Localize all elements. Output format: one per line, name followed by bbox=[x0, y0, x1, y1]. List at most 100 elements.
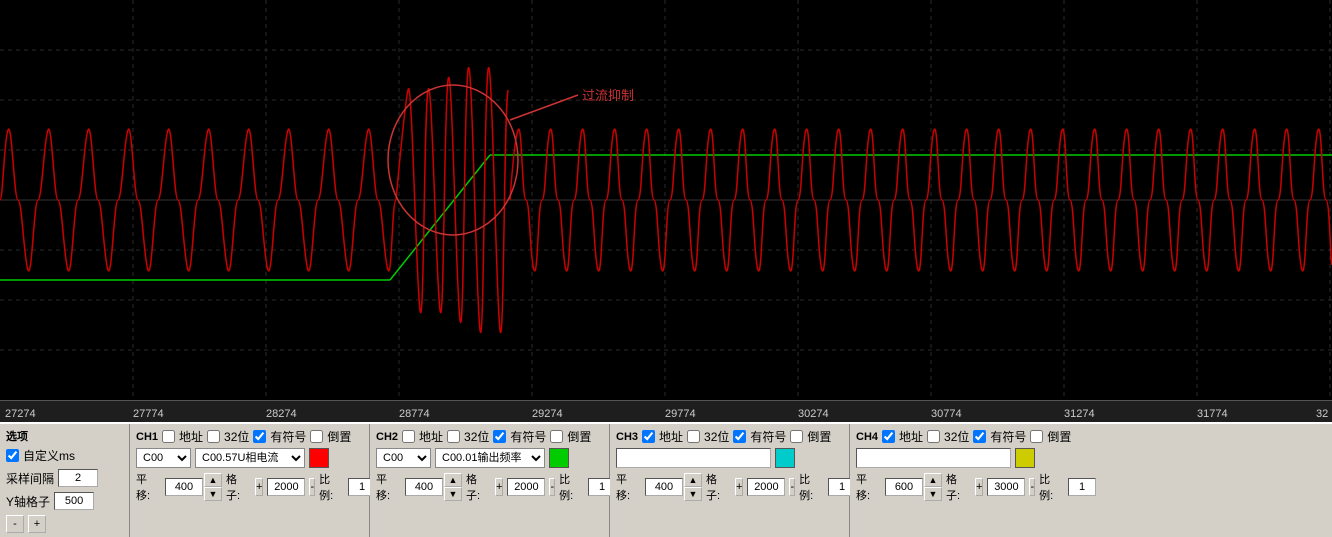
ch2-offset-input[interactable] bbox=[405, 478, 443, 496]
y-axis-input[interactable] bbox=[54, 492, 94, 510]
x-tick-5: 29774 bbox=[665, 408, 696, 420]
ch1-grid-minus-btn[interactable]: + bbox=[255, 478, 263, 496]
ch3-offset-up-btn[interactable]: ▲ bbox=[684, 473, 702, 487]
x-tick-1: 27774 bbox=[133, 408, 164, 420]
custom-ms-checkbox[interactable] bbox=[6, 449, 19, 462]
x-tick-10: 32 bbox=[1316, 408, 1328, 420]
ch2-signed-checkbox[interactable] bbox=[493, 430, 506, 443]
x-tick-9: 31774 bbox=[1197, 408, 1228, 420]
ch4-addr-checkbox[interactable] bbox=[882, 430, 895, 443]
ch1-grid-plus-btn[interactable]: - bbox=[309, 478, 315, 496]
x-tick-2: 28274 bbox=[266, 408, 297, 420]
ch3-params-row: 平移: ▲ ▼ 格子: + - 比例: bbox=[616, 471, 843, 503]
ch1-offset-down-btn[interactable]: ▼ bbox=[204, 487, 222, 501]
grid-h bbox=[0, 50, 1332, 350]
ch2-dropdown2[interactable]: C00.01输出频率 bbox=[435, 448, 545, 468]
custom-ms-row: 自定义ms bbox=[6, 447, 123, 464]
bottom-panel: 选项 自定义ms 采样间隔 Y轴格子 - + CH1 地址 32位 有符号 bbox=[0, 422, 1332, 537]
y-axis-minus-btn[interactable]: - bbox=[6, 515, 24, 533]
ch4-color-box bbox=[1015, 448, 1035, 468]
x-tick-7: 30774 bbox=[931, 408, 962, 420]
ch1-title-row: CH1 地址 32位 有符号 倒置 bbox=[136, 428, 363, 445]
options-title: 选项 bbox=[6, 428, 123, 444]
x-tick-3: 28774 bbox=[399, 408, 430, 420]
ch1-grid-input[interactable] bbox=[267, 478, 305, 496]
ch3-color-box bbox=[775, 448, 795, 468]
annotation-text: 过流抑制 bbox=[582, 88, 634, 103]
ch3-channel-input[interactable] bbox=[616, 448, 771, 468]
ch1-dropdown1[interactable]: C00 bbox=[136, 448, 191, 468]
ch2-grid-input[interactable] bbox=[507, 478, 545, 496]
ch3-grid-input[interactable] bbox=[747, 478, 785, 496]
ch1-dropdown2[interactable]: C00.57U相电流 bbox=[195, 448, 305, 468]
x-tick-0: 27274 bbox=[5, 408, 36, 420]
ch1-offset-up-btn[interactable]: ▲ bbox=[204, 473, 222, 487]
ch1-invert-checkbox[interactable] bbox=[310, 430, 323, 443]
ch2-section: CH2 地址 32位 有符号 倒置 C00 C00.01输出频率 平移: bbox=[370, 424, 610, 537]
ch4-scale-input[interactable] bbox=[1068, 478, 1096, 496]
ch4-offset-up-btn[interactable]: ▲ bbox=[924, 473, 942, 487]
ch1-color-box bbox=[309, 448, 329, 468]
ch4-params-row: 平移: ▲ ▼ 格子: + - 比例: bbox=[856, 471, 1084, 503]
ch2-32bit-checkbox[interactable] bbox=[447, 430, 460, 443]
ch1-signed-checkbox[interactable] bbox=[253, 430, 266, 443]
ch2-channel-row: C00 C00.01输出频率 bbox=[376, 448, 603, 468]
ch1-32bit-checkbox[interactable] bbox=[207, 430, 220, 443]
ch3-invert-checkbox[interactable] bbox=[790, 430, 803, 443]
ch4-signed-checkbox[interactable] bbox=[973, 430, 986, 443]
ch4-grid-input[interactable] bbox=[987, 478, 1025, 496]
ch4-channel-row bbox=[856, 448, 1084, 468]
ch2-params-row: 平移: ▲ ▼ 格子: + - 比例: bbox=[376, 471, 603, 503]
ch4-grid-minus-btn[interactable]: + bbox=[975, 478, 983, 496]
x-tick-6: 30274 bbox=[798, 408, 829, 420]
y-axis-plus-btn[interactable]: + bbox=[28, 515, 46, 533]
ch4-32bit-checkbox[interactable] bbox=[927, 430, 940, 443]
x-tick-4: 29274 bbox=[532, 408, 563, 420]
ch3-offset-control: ▲ ▼ bbox=[645, 473, 702, 501]
x-tick-8: 31274 bbox=[1064, 408, 1095, 420]
ch1-params-row: 平移: ▲ ▼ 格子: + - 比例: bbox=[136, 471, 363, 503]
ch2-color-box bbox=[549, 448, 569, 468]
ch1-offset-control: ▲ ▼ bbox=[165, 473, 222, 501]
ch2-invert-checkbox[interactable] bbox=[550, 430, 563, 443]
y-axis-btn-row: - + bbox=[6, 515, 123, 533]
x-axis-svg: 27274 27774 28274 28774 29274 29774 3027… bbox=[0, 401, 1332, 423]
ch4-grid-plus-btn[interactable]: - bbox=[1029, 478, 1035, 496]
ch1-channel-row: C00 C00.57U相电流 bbox=[136, 448, 363, 468]
ch4-offset-input[interactable] bbox=[885, 478, 923, 496]
ch2-dropdown1[interactable]: C00 bbox=[376, 448, 431, 468]
x-axis: 27274 27774 28274 28774 29274 29774 3027… bbox=[0, 400, 1332, 422]
ch2-title-row: CH2 地址 32位 有符号 倒置 bbox=[376, 428, 603, 445]
ch3-channel-row bbox=[616, 448, 843, 468]
ch3-addr-checkbox[interactable] bbox=[642, 430, 655, 443]
ch3-signed-checkbox[interactable] bbox=[733, 430, 746, 443]
chart-area: 过流抑制 bbox=[0, 0, 1332, 400]
sample-interval-input[interactable] bbox=[58, 469, 98, 487]
ch3-offset-input[interactable] bbox=[645, 478, 683, 496]
ch3-offset-down-btn[interactable]: ▼ bbox=[684, 487, 702, 501]
ch3-section: CH3 地址 32位 有符号 倒置 平移: ▲ ▼ 格子: + bbox=[610, 424, 850, 537]
ch4-title-row: CH4 地址 32位 有符号 倒置 bbox=[856, 428, 1084, 445]
ch3-title-row: CH3 地址 32位 有符号 倒置 bbox=[616, 428, 843, 445]
chart-svg: 过流抑制 bbox=[0, 0, 1332, 400]
ch2-grid-plus-btn[interactable]: - bbox=[549, 478, 555, 496]
ch4-channel-input[interactable] bbox=[856, 448, 1011, 468]
sample-interval-row: 采样间隔 bbox=[6, 469, 123, 487]
ch4-invert-checkbox[interactable] bbox=[1030, 430, 1043, 443]
ch3-grid-minus-btn[interactable]: + bbox=[735, 478, 743, 496]
left-section: 选项 自定义ms 采样间隔 Y轴格子 - + bbox=[0, 424, 130, 537]
ch2-offset-down-btn[interactable]: ▼ bbox=[444, 487, 462, 501]
annotation-line bbox=[510, 95, 578, 120]
y-axis-row: Y轴格子 bbox=[6, 492, 123, 510]
ch1-addr-checkbox[interactable] bbox=[162, 430, 175, 443]
ch2-addr-checkbox[interactable] bbox=[402, 430, 415, 443]
ch2-offset-up-btn[interactable]: ▲ bbox=[444, 473, 462, 487]
ch1-offset-input[interactable] bbox=[165, 478, 203, 496]
ch3-32bit-checkbox[interactable] bbox=[687, 430, 700, 443]
ch2-grid-minus-btn[interactable]: + bbox=[495, 478, 503, 496]
ch1-section: CH1 地址 32位 有符号 倒置 C00 C00.57U相电流 平移: bbox=[130, 424, 370, 537]
ch4-offset-down-btn[interactable]: ▼ bbox=[924, 487, 942, 501]
ch4-offset-control: ▲ ▼ bbox=[885, 473, 942, 501]
ch3-grid-plus-btn[interactable]: - bbox=[789, 478, 795, 496]
ch2-offset-control: ▲ ▼ bbox=[405, 473, 462, 501]
